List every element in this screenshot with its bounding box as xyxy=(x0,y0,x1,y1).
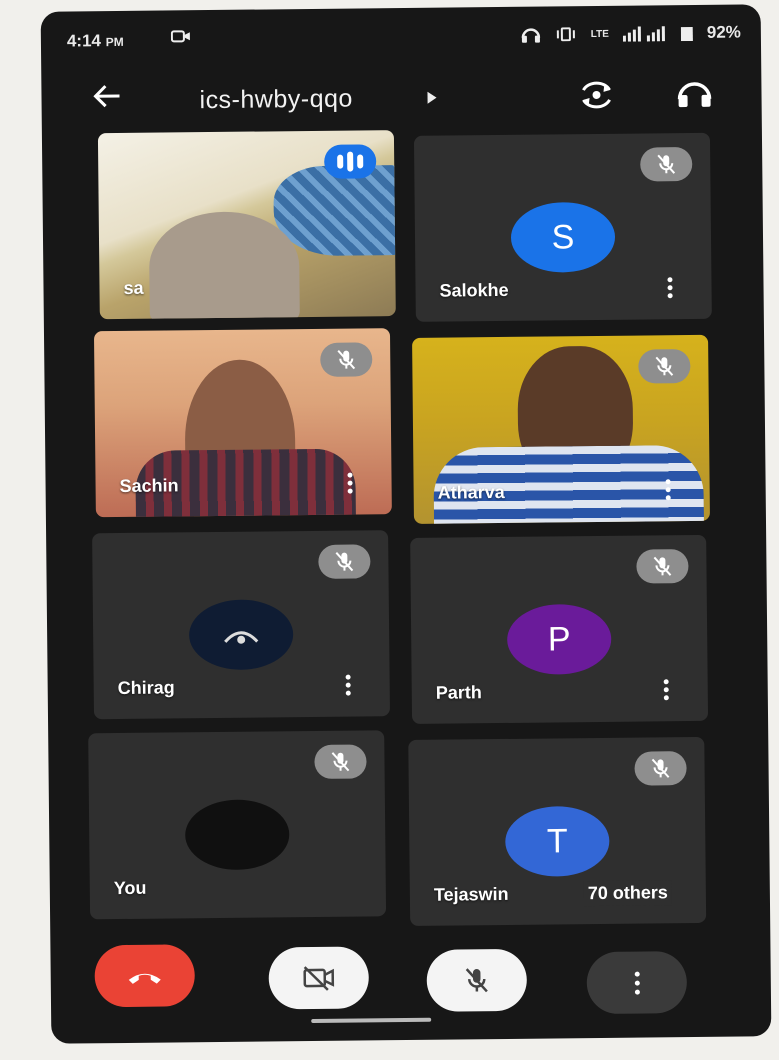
camera-off-icon xyxy=(303,966,335,991)
toggle-mic-button[interactable] xyxy=(426,948,528,1012)
participant-name: Chirag xyxy=(117,677,175,699)
avatar: S xyxy=(510,201,616,273)
participant-name: Tejaswin xyxy=(433,883,509,905)
speaking-indicator-icon xyxy=(324,144,377,179)
more-vert-icon[interactable] xyxy=(344,672,352,699)
mic-off-icon xyxy=(314,744,367,779)
avatar: P xyxy=(506,603,612,675)
mic-off-icon xyxy=(318,544,371,579)
signal-icon xyxy=(622,26,665,42)
status-bar: 4:14 PM LTE 92% xyxy=(41,4,762,68)
video-feed xyxy=(148,211,300,320)
avatar xyxy=(184,799,290,871)
mic-off-icon xyxy=(640,146,693,182)
more-vert-icon[interactable] xyxy=(345,470,353,497)
status-time: 4:14 PM xyxy=(67,31,124,52)
switch-camera-icon[interactable] xyxy=(576,78,616,117)
network-type: LTE xyxy=(590,28,609,40)
mic-off-icon xyxy=(465,968,488,993)
avatar: T xyxy=(504,805,610,877)
call-controls xyxy=(50,934,771,1042)
battery-icon xyxy=(680,26,693,42)
avatar xyxy=(188,599,294,671)
mic-off-icon xyxy=(636,549,689,584)
participant-tile-salokhe[interactable]: S Salokhe xyxy=(413,132,712,322)
participant-name: Sachin xyxy=(119,475,179,496)
status-icons: LTE 92% xyxy=(521,22,741,44)
participant-name: You xyxy=(113,877,147,899)
end-call-button[interactable] xyxy=(94,944,196,1008)
participant-tile-tejaswin[interactable]: T Tejaswin 70 others xyxy=(408,736,707,926)
participant-name: sa xyxy=(123,277,144,298)
participant-tile-sachin[interactable]: Sachin xyxy=(93,328,392,518)
meeting-code[interactable]: ics-hwby-qqo xyxy=(199,85,353,116)
participant-tile-atharva[interactable]: Atharva xyxy=(412,334,710,524)
participant-name: Salokhe xyxy=(439,279,509,301)
vibrate-icon xyxy=(556,27,575,42)
participant-tile-sa[interactable]: sa xyxy=(97,130,396,320)
toggle-camera-button[interactable] xyxy=(268,946,370,1010)
participant-tile-chirag[interactable]: Chirag xyxy=(92,530,391,720)
meeting-header: ics-hwby-qqo xyxy=(41,64,762,130)
audio-output-icon[interactable] xyxy=(675,77,713,114)
mic-off-icon xyxy=(634,751,687,786)
more-vert-icon[interactable] xyxy=(662,676,670,703)
participant-tile-parth[interactable]: P Parth xyxy=(410,534,709,724)
more-vert-icon[interactable] xyxy=(664,476,672,503)
headset-status-icon xyxy=(521,28,540,43)
back-arrow-icon[interactable] xyxy=(89,81,125,116)
hang-up-icon xyxy=(128,973,161,984)
meet-call-screen: 4:14 PM LTE 92% ics-hwby-qqo sa S Salokh… xyxy=(40,4,772,1044)
screen-record-icon xyxy=(170,28,191,49)
participant-tile-you[interactable]: You xyxy=(88,730,387,920)
mic-off-icon xyxy=(638,349,691,384)
participant-name: Atharva xyxy=(437,481,505,503)
mic-off-icon xyxy=(320,342,373,377)
more-options-button[interactable] xyxy=(586,951,688,1015)
profile-photo-icon xyxy=(224,631,259,644)
ampm-text: PM xyxy=(105,34,124,50)
participant-name: Parth xyxy=(435,682,482,703)
battery-percent: 92% xyxy=(706,22,741,42)
others-count[interactable]: 70 others xyxy=(583,880,673,907)
clock-text: 4:14 xyxy=(66,31,102,51)
more-vert-icon[interactable] xyxy=(665,274,673,301)
meeting-details-arrow-icon[interactable] xyxy=(427,91,437,104)
